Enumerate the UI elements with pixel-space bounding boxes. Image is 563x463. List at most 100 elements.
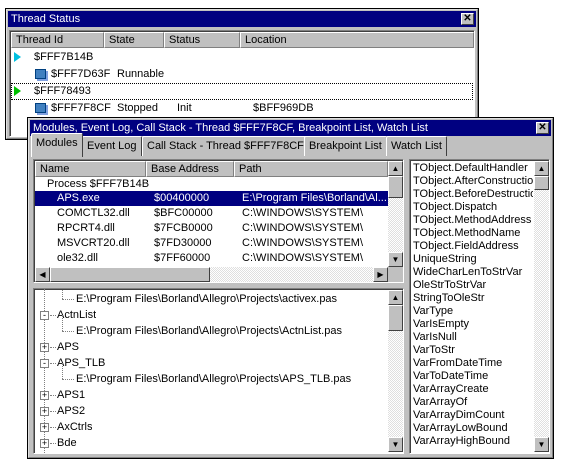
tree-connector xyxy=(50,427,56,428)
symbol-item[interactable]: StringToOleStr xyxy=(413,292,533,305)
symbol-item[interactable]: OleStrToStrVar xyxy=(413,279,533,292)
col-header-state[interactable]: State xyxy=(104,32,164,48)
process-node[interactable]: Process $FFF7B14B xyxy=(47,177,149,191)
module-row[interactable]: APS.exe $00400000 E:\Program Files\Borland… xyxy=(35,191,388,206)
expand-icon[interactable]: + xyxy=(40,439,49,448)
tab-watch-list[interactable]: Watch List xyxy=(386,136,447,156)
module-path: C:\WINDOWS\SYSTEM\ xyxy=(242,222,363,234)
tree-node-label: AxCtrls xyxy=(57,421,93,433)
symbol-item[interactable]: VarArrayDimCount xyxy=(413,409,533,422)
modules-titlebar[interactable]: Modules, Event Log, Call Stack - Thread … xyxy=(30,120,551,136)
tree-node[interactable]: - APS_TLB xyxy=(35,355,387,371)
tab-breakpoint-list[interactable]: Breakpoint List xyxy=(304,136,387,156)
module-row[interactable]: ole32.dll $7FF60000 C:\WINDOWS\SYSTEM\ xyxy=(35,251,388,266)
tree-node-label: E:\Program Files\Borland\Allegro\Project… xyxy=(76,373,352,385)
process-arrow-icon xyxy=(14,52,21,62)
scroll-up-button[interactable]: ▲ xyxy=(388,290,403,305)
module-row[interactable]: MSVCRT20.dll $7FD30000 C:\WINDOWS\SYSTEM\ xyxy=(35,236,388,251)
symbol-item[interactable]: VarArrayLowBound xyxy=(413,422,533,435)
tree-connector xyxy=(50,363,56,364)
symbol-item[interactable]: TObject.MethodAddress xyxy=(413,214,533,227)
symbol-item[interactable]: VarIsNull xyxy=(413,331,533,344)
tree-node[interactable]: + AxCtrls xyxy=(35,419,387,435)
tree-connector xyxy=(50,347,56,348)
tree-node[interactable]: - ActnList xyxy=(35,307,387,323)
thread-status-titlebar[interactable]: Thread Status ✕ xyxy=(8,11,476,27)
col-header-base-address[interactable]: Base Address xyxy=(146,161,234,177)
scroll-down-button[interactable]: ▼ xyxy=(534,437,549,452)
tree-node[interactable]: + APS1 xyxy=(35,387,387,403)
col-header-status[interactable]: Status xyxy=(164,32,240,48)
symbol-item[interactable]: VarFromDateTime xyxy=(413,357,533,370)
symbols-vscroll[interactable]: ▲ ▼ xyxy=(534,161,549,452)
collapse-icon[interactable]: - xyxy=(40,311,49,320)
thread-icon xyxy=(35,103,46,113)
tree-vscroll[interactable]: ▲ ▼ xyxy=(388,290,403,452)
scroll-up-button[interactable]: ▲ xyxy=(388,161,403,176)
collapse-icon[interactable]: - xyxy=(40,359,49,368)
symbol-item[interactable]: TObject.BeforeDestruction xyxy=(413,188,533,201)
tree-connector xyxy=(50,315,56,316)
symbol-item[interactable]: VarArrayOf xyxy=(413,396,533,409)
symbol-item[interactable]: VarIsEmpty xyxy=(413,318,533,331)
symbol-item[interactable]: VarType xyxy=(413,305,533,318)
tab-event-log[interactable]: Event Log xyxy=(82,136,142,156)
close-button[interactable]: ✕ xyxy=(536,122,549,134)
tree-node-label: Bde xyxy=(57,437,77,449)
symbol-item[interactable]: TObject.DefaultHandler xyxy=(413,162,533,175)
scroll-right-button[interactable]: ▶ xyxy=(373,267,388,282)
tree-node[interactable]: E:\Program Files\Borland\Allegro\Project… xyxy=(35,363,387,387)
tree-node[interactable]: + APS2 xyxy=(35,403,387,419)
tree-connector xyxy=(62,379,74,380)
tab-call-stack[interactable]: Call Stack - Thread $FFF7F8CF xyxy=(142,136,309,156)
tree-connector xyxy=(62,299,74,300)
expand-icon[interactable]: + xyxy=(40,407,49,416)
symbol-item[interactable]: TObject.Dispatch xyxy=(413,201,533,214)
thread-row[interactable]: $FFF7F8CF Stopped Init $BFF969DB xyxy=(11,100,473,117)
tree-node[interactable]: E:\Program Files\Borland\Allegro\Project… xyxy=(35,315,387,339)
symbol-item[interactable]: WideCharLenToStrVar xyxy=(413,266,533,279)
expand-icon[interactable]: + xyxy=(40,343,49,352)
col-header-path[interactable]: Path xyxy=(234,161,388,177)
thread-row[interactable]: $FFF7D63F Runnable xyxy=(11,66,473,83)
scroll-thumb[interactable] xyxy=(388,305,403,331)
thread-state: Runnable xyxy=(117,68,165,80)
module-base-address: $BFC00000 xyxy=(154,207,213,219)
modules-hscroll[interactable]: ◀ ▶ xyxy=(35,267,388,282)
scroll-up-button[interactable]: ▲ xyxy=(534,161,549,176)
scroll-thumb[interactable] xyxy=(534,176,549,190)
tree-node[interactable]: + Bde xyxy=(35,435,387,451)
col-header-location[interactable]: Location xyxy=(240,32,474,48)
col-header-thread-id[interactable]: Thread Id xyxy=(11,32,104,48)
symbol-item[interactable]: TObject.MethodName xyxy=(413,227,533,240)
thread-row[interactable]: $FFF7B14B xyxy=(11,49,473,66)
scroll-thumb[interactable] xyxy=(50,267,210,282)
tab-modules[interactable]: Modules xyxy=(31,133,83,157)
modules-vscroll[interactable]: ▲ ▼ xyxy=(388,161,403,267)
symbol-item[interactable]: VarToDateTime xyxy=(413,370,533,383)
scroll-down-button[interactable]: ▼ xyxy=(388,437,403,452)
scroll-thumb[interactable] xyxy=(388,176,403,198)
symbol-item[interactable]: TObject.FieldAddress xyxy=(413,240,533,253)
tree-node[interactable]: E:\Program Files\Borland\Allegro\Project… xyxy=(35,289,387,307)
symbol-item[interactable]: UniqueString xyxy=(413,253,533,266)
tree-node[interactable]: + APS xyxy=(35,339,387,355)
symbol-item[interactable]: VarArrayCreate xyxy=(413,383,533,396)
close-button[interactable]: ✕ xyxy=(461,13,474,25)
symbol-item[interactable]: VarToStr xyxy=(413,344,533,357)
module-base-address: $7FF60000 xyxy=(154,252,211,264)
module-path: C:\WINDOWS\SYSTEM\ xyxy=(242,207,363,219)
expand-icon[interactable]: + xyxy=(40,391,49,400)
symbol-item[interactable]: TObject.AfterConstruction xyxy=(413,175,533,188)
tree-connector xyxy=(50,395,56,396)
col-header-name[interactable]: Name xyxy=(35,161,146,177)
scroll-down-button[interactable]: ▼ xyxy=(388,252,403,267)
thread-row[interactable]: $FFF78493 xyxy=(11,83,473,100)
module-base-address: $7FD30000 xyxy=(154,237,212,249)
symbol-item[interactable]: VarArrayHighBound xyxy=(413,435,533,448)
thread-id: $FFF7D63F xyxy=(51,68,111,80)
expand-icon[interactable]: + xyxy=(40,423,49,432)
scroll-left-button[interactable]: ◀ xyxy=(35,267,50,282)
module-row[interactable]: RPCRT4.dll $7FCB0000 C:\WINDOWS\SYSTEM\ xyxy=(35,221,388,236)
module-row[interactable]: COMCTL32.dll $BFC00000 C:\WINDOWS\SYSTEM\ xyxy=(35,206,388,221)
